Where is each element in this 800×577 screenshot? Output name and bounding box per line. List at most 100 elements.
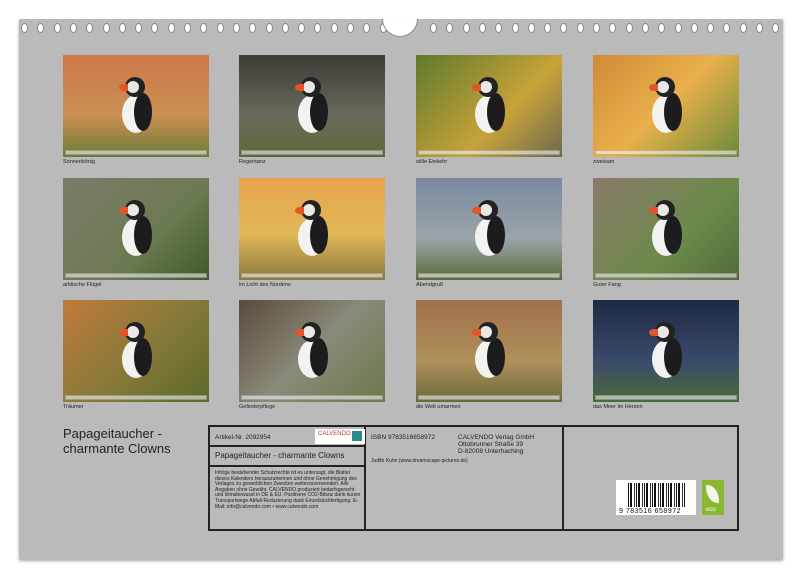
photo-caption: Guter Fang [593, 282, 621, 288]
binding-hole [151, 23, 159, 33]
calendar-title: Papageitaucher - charmante Clowns [63, 426, 171, 456]
product-title: Papageitaucher - charmante Clowns [215, 451, 345, 460]
binding-hole [232, 23, 240, 33]
publisher-address: CALVENDO Verlag GmbH Ottobrunner Straße 3… [458, 434, 535, 455]
binding-hole [281, 23, 289, 33]
puffin-photo [63, 55, 209, 157]
binding-hole [363, 23, 371, 33]
binding-hole [298, 23, 306, 33]
puffin-photo [63, 178, 209, 280]
binding-hole [21, 23, 28, 33]
binding-hole [593, 23, 600, 33]
month-strip [241, 150, 383, 155]
photo-caption: Regentanz [239, 159, 266, 165]
month-strip [595, 150, 737, 155]
month-strip [418, 150, 560, 155]
info-box: Artikel-Nr. 2092954 CALVENDO Papageitauc… [208, 425, 739, 531]
binding-hole [739, 23, 747, 33]
calvendo-logo: CALVENDO [315, 429, 365, 444]
binding-hole [216, 23, 224, 33]
article-number: Artikel-Nr. 2092954 [215, 434, 271, 441]
photo-caption: im Licht des Nordens [239, 282, 291, 288]
photo-caption: Abendgruß [416, 282, 444, 288]
puffin-photo [63, 300, 209, 402]
puffin-photo [593, 55, 739, 157]
month-strip [65, 395, 207, 400]
month-strip [595, 273, 737, 278]
binding-hole [495, 23, 503, 33]
puffin-photo [593, 178, 739, 280]
binding-hole [37, 23, 45, 33]
puffin-photo [593, 300, 739, 402]
binding-hole [200, 23, 208, 33]
photo-caption: das Meer im Herzen [593, 404, 643, 410]
puffin-photo [416, 300, 562, 402]
binding-hole [265, 23, 273, 33]
binding-hole [53, 23, 61, 33]
binding-hole [249, 23, 257, 33]
binding-hole [641, 23, 649, 33]
photo-caption: die Welt umarmen [416, 404, 461, 410]
photo-caption: Sonnenkönig [63, 159, 96, 165]
puffin-image [471, 322, 507, 382]
binding-hole [118, 23, 126, 33]
binding-hole [544, 23, 552, 33]
binding-hole [625, 23, 633, 33]
month-strip [418, 395, 560, 400]
photo-caption: Träumer [63, 404, 84, 410]
binding-hole [658, 23, 666, 33]
binding-hole [314, 23, 322, 33]
month-strip [65, 150, 207, 155]
binding-hole [69, 23, 77, 33]
puffin-image [118, 77, 154, 137]
puffin-image [294, 322, 330, 382]
puffin-image [294, 77, 330, 137]
binding-hole [330, 23, 338, 33]
photo-caption: stille Einkehr [416, 159, 448, 165]
binding-hole [446, 23, 454, 33]
photo-caption: zweisam [593, 159, 615, 165]
eco-badge: eco [702, 480, 724, 515]
photo-caption: Gefiederpflege [239, 404, 276, 410]
puffin-photo [239, 178, 385, 280]
puffin-image [118, 322, 154, 382]
puffin-image [471, 200, 507, 260]
isbn: ISBN 9783516658972 [371, 434, 435, 441]
puffin-photo [239, 55, 385, 157]
binding-hole [184, 23, 191, 33]
binding-hole [86, 23, 94, 33]
month-strip [241, 273, 383, 278]
month-strip [595, 395, 737, 400]
binding-hole [135, 23, 143, 33]
binding-hole [576, 23, 584, 33]
binding-hole [511, 23, 519, 33]
leaf-icon [706, 485, 719, 503]
photo-caption: arktische Flügel [63, 282, 102, 288]
binding-hole [723, 23, 731, 33]
binding-hole [674, 23, 682, 33]
binding-hole [609, 23, 617, 33]
binding-hole [102, 23, 110, 33]
month-strip [65, 273, 207, 278]
puffin-image [648, 200, 684, 260]
binding-hole [430, 23, 437, 33]
month-strip [241, 395, 383, 400]
binding-hole [347, 23, 354, 33]
puffin-image [294, 200, 330, 260]
binding-hole [560, 23, 568, 33]
isbn-barcode: 9 783516 658972 [616, 480, 696, 515]
binding-hole [772, 23, 780, 33]
binding-hole [690, 23, 698, 33]
binding-hole [462, 23, 470, 33]
puffin-photo [416, 55, 562, 157]
puffin-image [118, 200, 154, 260]
binding-hole [167, 23, 175, 33]
binding-hole [478, 23, 486, 33]
binding-hole [527, 23, 535, 33]
puffin-image [648, 322, 684, 382]
legal-text: Infolge bestehender Schutzrechte ist es … [215, 470, 361, 510]
puffin-photo [416, 178, 562, 280]
binding-hole [756, 23, 763, 33]
puffin-image [471, 77, 507, 137]
puffin-image [648, 77, 684, 137]
